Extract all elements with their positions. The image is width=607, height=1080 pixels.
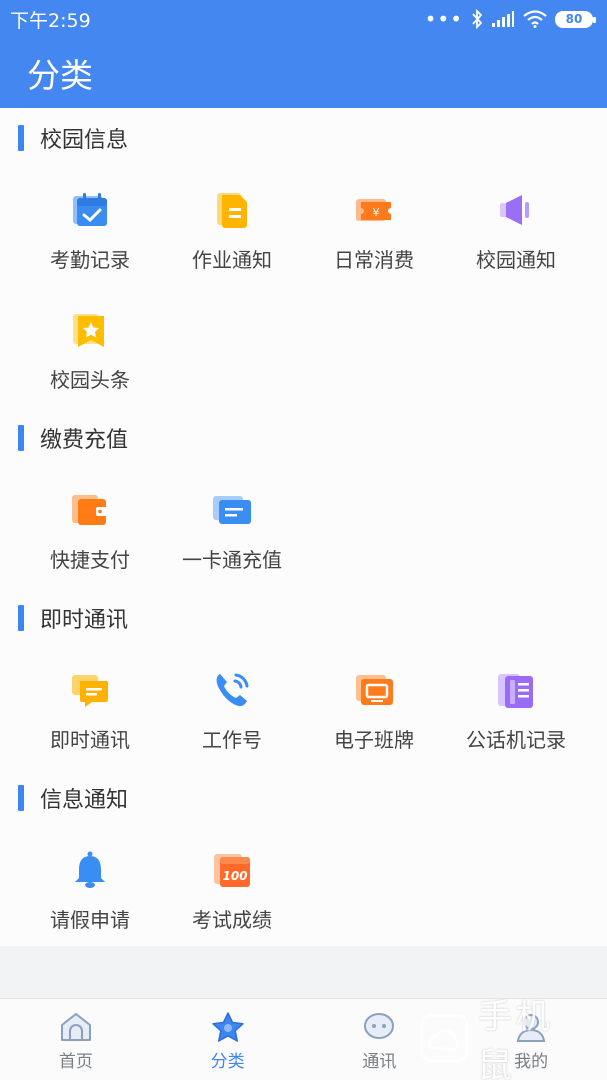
tab-label: 通讯 <box>362 1052 397 1072</box>
grid-item-attendance[interactable]: 考勤记录 <box>19 168 161 288</box>
section-grid: 请假申请 100 考试成绩 <box>0 828 607 948</box>
section-header: 缴费充值 <box>0 408 607 468</box>
grid-item-class-board[interactable]: 电子班牌 <box>303 648 445 768</box>
status-bar: 下午2:59 ••• 80 <box>0 0 607 38</box>
grid-item-label: 请假申请 <box>50 908 130 932</box>
grid-item-label: 即时通讯 <box>50 728 130 752</box>
section-accent-bar <box>18 785 24 811</box>
section-grid: 即时通讯 工作号 电子班牌 公话机记录 <box>0 648 607 768</box>
section-header: 信息通知 <box>0 768 607 828</box>
yuan-ticket-icon: ¥ <box>356 199 391 221</box>
tab-label: 首页 <box>58 1052 93 1072</box>
score-100-icon: 100 <box>214 854 250 887</box>
battery-icon: 80 <box>555 10 596 28</box>
tab-label: 分类 <box>210 1052 245 1072</box>
grid-item-work-number[interactable]: 工作号 <box>161 648 303 768</box>
tab-category[interactable]: 分类 <box>152 999 304 1080</box>
grid-item-label: 考试成绩 <box>192 908 272 932</box>
section-messaging: 即时通讯 即时通讯 工作号 电子班牌 公话机记录 <box>0 588 607 768</box>
grid-item-label: 作业通知 <box>192 248 272 272</box>
wallet-icon <box>72 495 108 525</box>
grid-item-label: 一卡通充值 <box>182 548 282 572</box>
section-title: 校园信息 <box>40 128 129 153</box>
document-icon <box>217 193 247 228</box>
grid-item-label: 校园头条 <box>50 368 130 392</box>
home-icon <box>60 1013 91 1041</box>
grid-item-exam-scores[interactable]: 100 考试成绩 <box>161 828 303 948</box>
svg-text:¥: ¥ <box>373 206 380 219</box>
section-grid: 考勤记录 作业通知 ¥ 日常消费 校园通知 校园头条 <box>0 168 607 408</box>
grid-item-consumption[interactable]: ¥ 日常消费 <box>303 168 445 288</box>
grid-item-homework[interactable]: 作业通知 <box>161 168 303 288</box>
grid-item-quick-pay[interactable]: 快捷支付 <box>19 468 161 588</box>
card-icon <box>213 496 251 524</box>
grid-item-label: 快捷支付 <box>50 548 130 572</box>
bell-icon <box>75 851 105 888</box>
section-header: 即时通讯 <box>0 588 607 648</box>
grid-item-headlines[interactable]: 校园头条 <box>19 288 161 408</box>
phone-icon <box>216 673 249 707</box>
svg-text:100: 100 <box>222 869 247 883</box>
section-campus-info: 校园信息 考勤记录 作业通知 ¥ 日常消费 校园通知 校园头条 <box>0 108 607 408</box>
bluetooth-icon <box>472 9 483 29</box>
grid-item-label: 工作号 <box>202 728 262 752</box>
section-title: 即时通讯 <box>40 608 129 633</box>
grid-item-label: 日常消费 <box>334 248 414 272</box>
section-accent-bar <box>18 605 24 631</box>
phone-record-icon <box>498 674 533 708</box>
grid-item-label: 电子班牌 <box>334 728 414 752</box>
grid-item-payphone-record[interactable]: 公话机记录 <box>445 648 587 768</box>
tab-mine[interactable]: 我的 <box>455 999 607 1080</box>
speaker-icon <box>500 195 529 225</box>
more-dots-icon: ••• <box>424 7 463 31</box>
category-content: 校园信息 考勤记录 作业通知 ¥ 日常消费 校园通知 校园头条 缴费充值 快捷支… <box>0 108 607 946</box>
star-icon <box>211 1012 244 1042</box>
grid-item-label: 校园通知 <box>476 248 556 272</box>
section-title: 缴费充值 <box>40 428 129 453</box>
section-payment: 缴费充值 快捷支付 一卡通充值 <box>0 408 607 588</box>
section-grid: 快捷支付 一卡通充值 <box>0 468 607 588</box>
grid-item-label: 公话机记录 <box>466 728 566 752</box>
bottom-tab-bar: 首页 分类 通讯 我的 <box>0 998 607 1080</box>
status-time: 下午2:59 <box>10 9 91 32</box>
tab-label: 我的 <box>514 1052 549 1072</box>
tab-contacts[interactable]: 通讯 <box>304 999 456 1080</box>
chat-bubble-icon <box>72 675 108 707</box>
section-title: 信息通知 <box>40 788 129 813</box>
display-board-icon <box>356 675 393 705</box>
signal-icon <box>492 11 514 27</box>
page-title: 分类 <box>27 56 93 95</box>
grid-item-campus-notice[interactable]: 校园通知 <box>445 168 587 288</box>
user-icon <box>516 1014 546 1042</box>
grid-item-card-topup[interactable]: 一卡通充值 <box>161 468 303 588</box>
section-accent-bar <box>18 125 24 151</box>
section-header: 校园信息 <box>0 108 607 168</box>
star-bookmark-icon <box>73 314 104 347</box>
app-bar: 分类 <box>0 38 607 108</box>
grid-item-label: 考勤记录 <box>50 248 130 272</box>
calendar-check-icon <box>73 193 107 226</box>
chat-icon <box>364 1013 395 1039</box>
tab-home[interactable]: 首页 <box>0 999 152 1080</box>
section-notifications: 信息通知 请假申请 100 考试成绩 <box>0 768 607 948</box>
status-icons: ••• 80 <box>424 7 596 31</box>
grid-item-leave-request[interactable]: 请假申请 <box>19 828 161 948</box>
wifi-icon <box>523 10 547 28</box>
grid-item-instant-message[interactable]: 即时通讯 <box>19 648 161 768</box>
section-accent-bar <box>18 425 24 451</box>
